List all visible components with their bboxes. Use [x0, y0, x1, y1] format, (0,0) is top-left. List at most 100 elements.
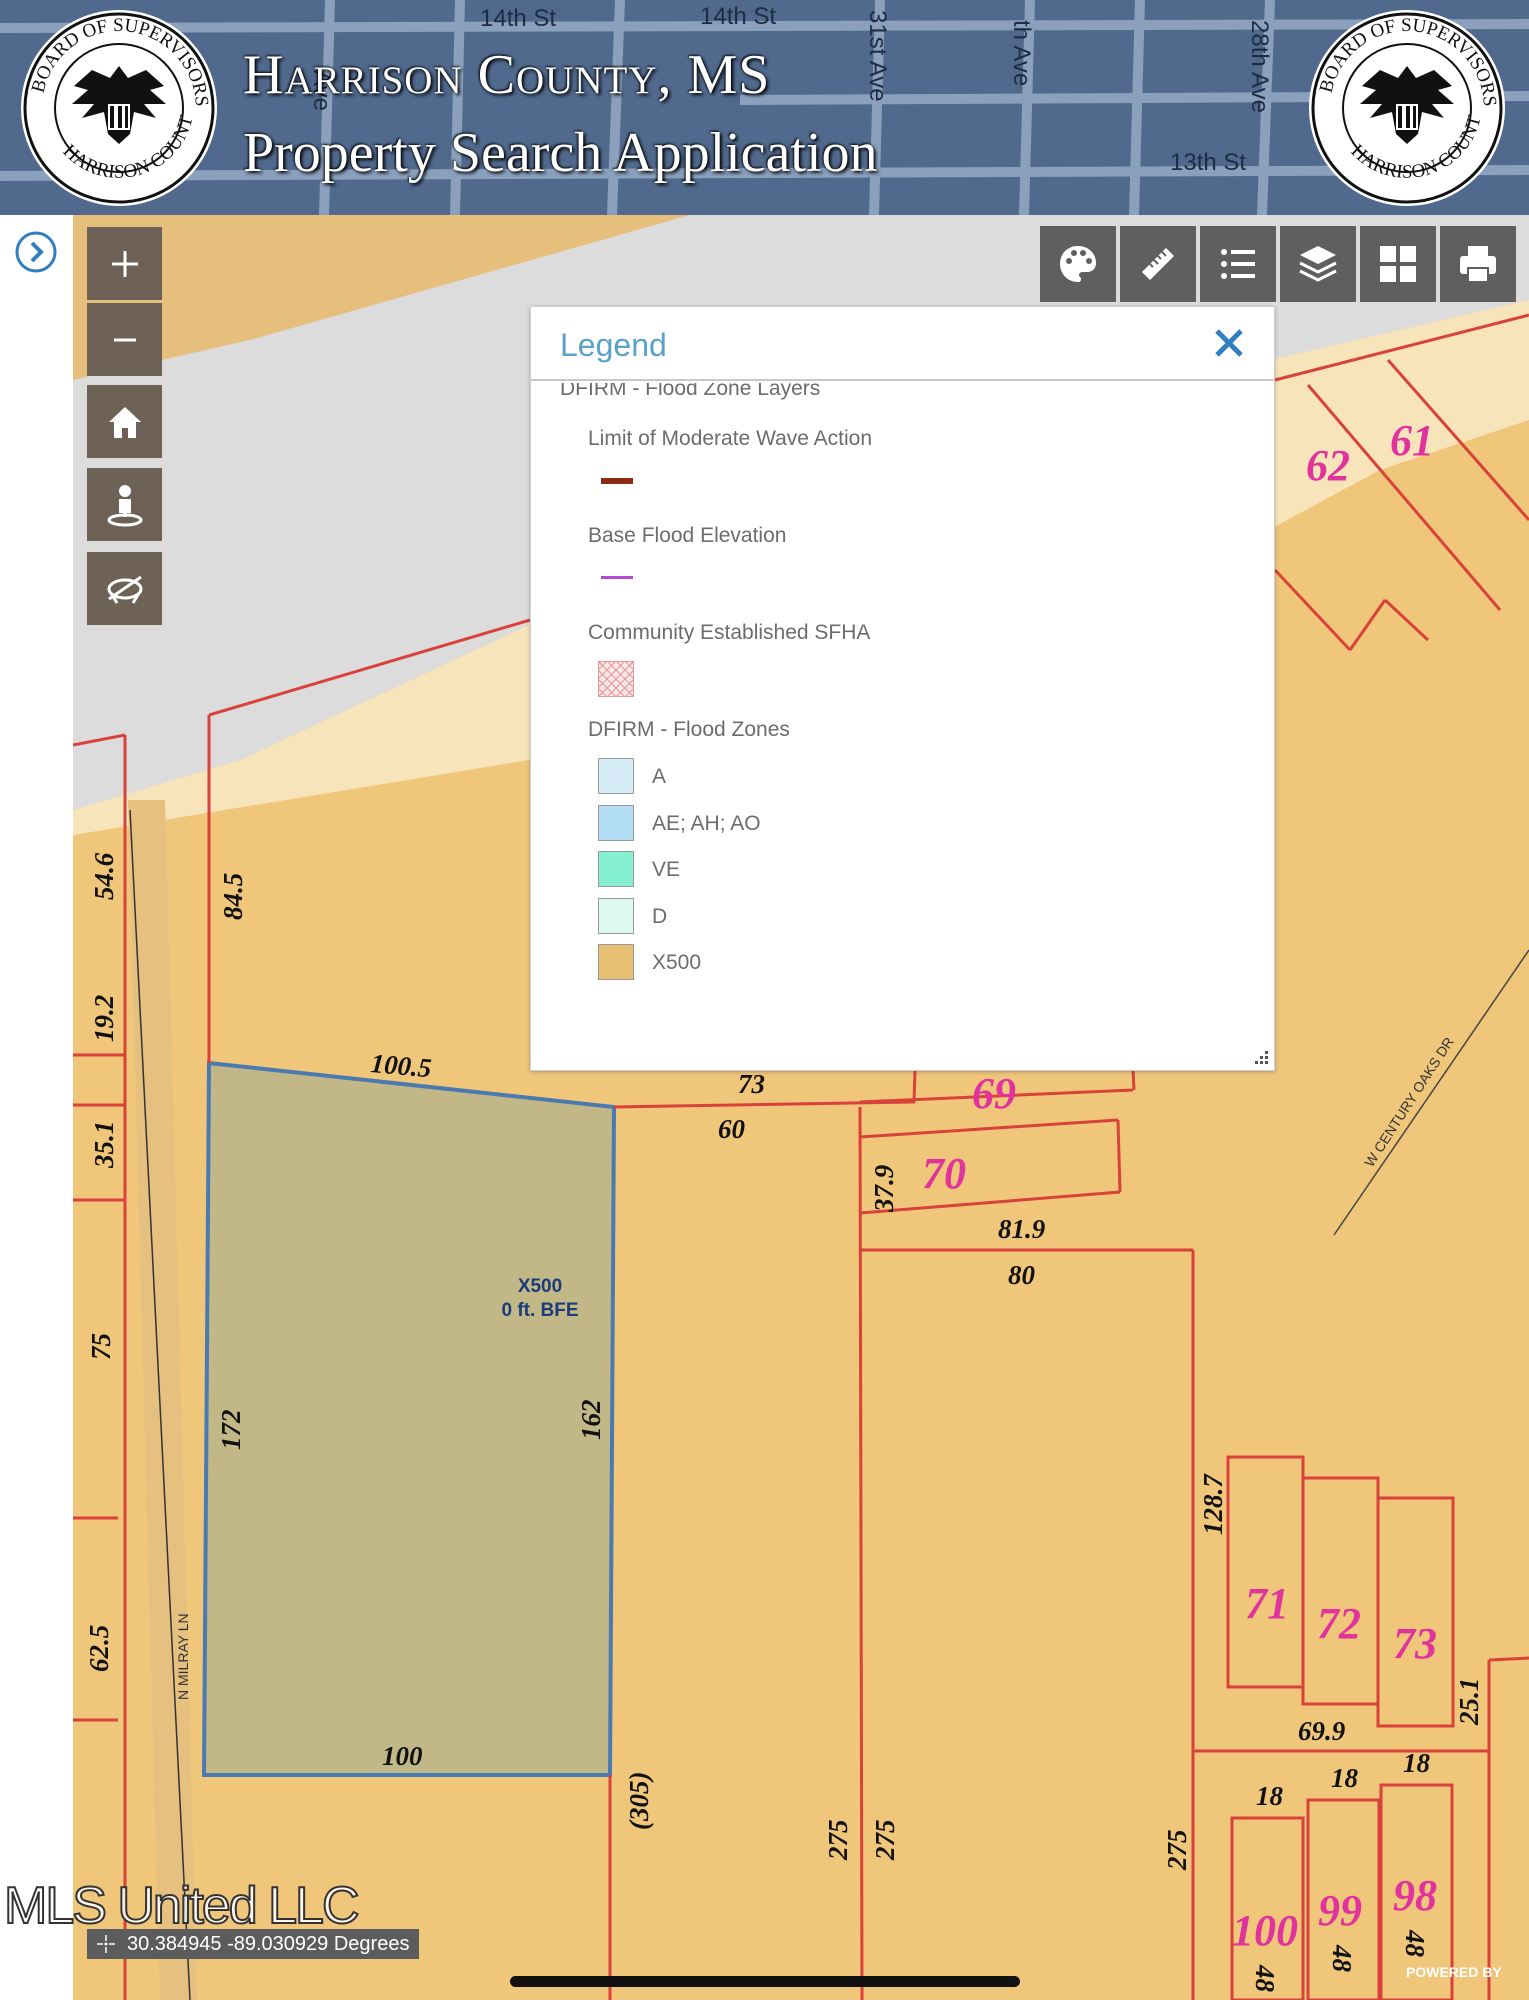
- basemap-button[interactable]: [1360, 226, 1436, 302]
- home-indicator[interactable]: [510, 1976, 1020, 1987]
- dimension-label: 35.1: [89, 1121, 119, 1169]
- legend-header: Legend: [531, 307, 1274, 381]
- wave-action-line-symbol: [601, 478, 633, 484]
- legend-group-title: DFIRM - Flood Zone Layers: [560, 383, 821, 400]
- dimension-label: 100.5: [369, 1048, 432, 1083]
- lot-number: 73: [1393, 1619, 1437, 1668]
- lot-number: 62: [1306, 441, 1350, 490]
- dimension-label: 60: [718, 1114, 746, 1144]
- dimension-label: 162: [576, 1400, 606, 1441]
- lot-number: 71: [1245, 1579, 1289, 1628]
- app-title: Harrison County, MS Property Search Appl…: [243, 36, 878, 192]
- dimension-label: 48: [1327, 1944, 1357, 1973]
- dimension-label: 54.6: [89, 852, 119, 900]
- locate-button[interactable]: [87, 468, 162, 541]
- lot-number: 72: [1317, 1599, 1361, 1648]
- legend-item-label: Limit of Moderate Wave Action: [588, 427, 873, 450]
- legend-button[interactable]: [1200, 226, 1276, 302]
- dimension-label: 48: [1250, 1964, 1280, 1993]
- app-title-county: Harrison County, MS: [243, 44, 771, 106]
- dimension-label: 19.2: [89, 995, 119, 1042]
- street-label: th Ave: [1008, 20, 1035, 86]
- street-label: N MILRAY LN: [175, 1613, 191, 1700]
- dimension-label: 18: [1256, 1781, 1284, 1811]
- dimension-label: 100: [382, 1741, 423, 1771]
- bfe-line-symbol: [601, 576, 633, 579]
- hide-layers-icon: [107, 575, 142, 604]
- county-seal-right: BOARD OF SUPERVISORS HARRISON COUNTY: [1300, 8, 1505, 206]
- legend-item-label: Community Established SFHA: [588, 621, 871, 644]
- zone-label: AE; AH; AO: [652, 812, 761, 835]
- dimension-label: 275: [870, 1820, 900, 1862]
- dimension-label: 80: [1008, 1260, 1036, 1290]
- street-label: 14th St: [700, 3, 776, 30]
- street-label: 14th St: [480, 5, 556, 32]
- app-header: 14th St 14th St 13th St Ave 31st Ave th …: [0, 0, 1529, 215]
- dimension-label: 275: [1162, 1830, 1192, 1872]
- dimension-label: 128.7: [1198, 1473, 1228, 1535]
- expand-panel-icon[interactable]: [14, 230, 58, 274]
- crosshair-icon: [97, 1935, 115, 1953]
- watermark: MLS United LLC: [3, 1876, 361, 1936]
- home-icon: [108, 406, 141, 438]
- layers-icon: [1299, 246, 1337, 282]
- street-label: 28th Ave: [1246, 20, 1273, 113]
- dimension-label: 81.9: [998, 1214, 1046, 1244]
- dimension-label: 37.9: [869, 1164, 899, 1213]
- dimension-label: 275: [823, 1820, 853, 1862]
- dimension-label: 172: [216, 1410, 246, 1451]
- zone-a-swatch: [598, 758, 634, 794]
- ruler-icon: [1142, 248, 1174, 280]
- side-panel-strip: [0, 215, 73, 2000]
- lot-number: 98: [1393, 1871, 1437, 1920]
- flood-zone-bfe-label: 0 ft. BFE: [501, 1300, 578, 1321]
- dimension-label: 69.9: [1298, 1716, 1346, 1746]
- legend-body[interactable]: DFIRM - Flood Zone Layers Limit of Moder…: [531, 383, 1274, 1069]
- esri-attribution[interactable]: POWERED BY: [1406, 1964, 1502, 1980]
- legend-item-label: DFIRM - Flood Zones: [588, 718, 790, 741]
- legend-panel: Legend DFIRM - Flood Zone Layers Limit o…: [530, 306, 1275, 1071]
- zone-label: A: [652, 765, 667, 788]
- print-button[interactable]: [1440, 226, 1516, 302]
- zone-label: D: [652, 905, 668, 928]
- measure-button[interactable]: [1120, 226, 1196, 302]
- dimension-label: (305): [624, 1772, 654, 1830]
- legend-title: Legend: [560, 327, 667, 363]
- dimension-label: 48: [1400, 1929, 1430, 1958]
- lot-number: 99: [1318, 1886, 1362, 1935]
- palette-icon: [1060, 246, 1096, 282]
- person-location-icon: [107, 484, 142, 526]
- selected-parcel[interactable]: [201, 1060, 617, 1777]
- zoom-out-button[interactable]: [87, 303, 162, 376]
- layers-button[interactable]: [1280, 226, 1356, 302]
- dimension-label: 18: [1403, 1748, 1431, 1778]
- minus-icon: [113, 338, 136, 341]
- dimension-label: 73: [738, 1069, 765, 1099]
- list-icon: [1221, 249, 1255, 279]
- lot-number: 100: [1232, 1906, 1298, 1955]
- sfha-hatch-symbol: [598, 661, 634, 697]
- zone-label: X500: [652, 951, 702, 974]
- dimension-label: 62.5: [84, 1625, 114, 1672]
- zone-ve-swatch: [598, 851, 634, 887]
- app-title-subtitle: Property Search Application: [243, 122, 878, 184]
- flood-zone-label: X500: [518, 1276, 562, 1297]
- dimension-label: 18: [1331, 1763, 1359, 1793]
- zone-label: VE: [652, 858, 681, 881]
- dimension-label: 75: [86, 1333, 116, 1360]
- app-page: 14th St 14th St 13th St Ave 31st Ave th …: [0, 0, 1529, 2000]
- hide-button[interactable]: [87, 552, 162, 625]
- home-button[interactable]: [87, 385, 162, 458]
- county-seal-left: BOARD OF SUPERVISORS HARRISON COUNTY: [12, 8, 217, 206]
- zone-x500-swatch: [598, 944, 634, 980]
- zone-d-swatch: [598, 898, 634, 934]
- resize-handle-icon[interactable]: [1251, 1049, 1271, 1069]
- lot-number: 70: [922, 1149, 966, 1198]
- dimension-label: 25.1: [1454, 1678, 1484, 1726]
- basemap-grid-icon: [1380, 246, 1416, 282]
- zoom-in-button[interactable]: [87, 227, 162, 300]
- symbology-button[interactable]: [1040, 226, 1116, 302]
- close-icon[interactable]: [1209, 323, 1249, 363]
- coordinate-text: 30.384945 -89.030929 Degrees: [127, 1933, 410, 1955]
- lot-number: 69: [972, 1069, 1016, 1118]
